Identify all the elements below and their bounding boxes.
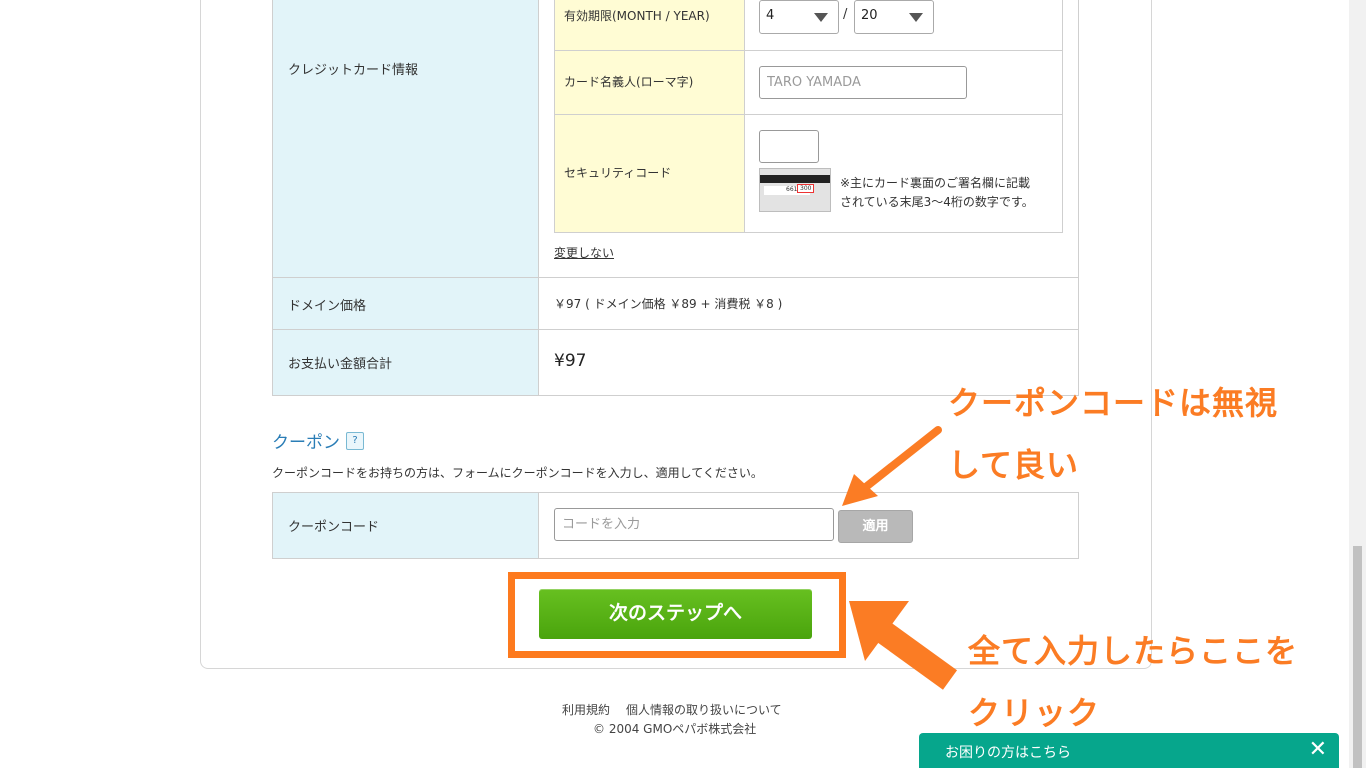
annotation-click-line1: 全て入力したらここを: [968, 632, 1299, 670]
help-icon[interactable]: ?: [346, 432, 364, 450]
card-holder-label: カード名義人(ローマ字): [564, 75, 694, 89]
credit-card-label: クレジットカード情報: [288, 63, 419, 78]
expiry-month-select[interactable]: 4: [759, 0, 839, 34]
coupon-code-input[interactable]: [554, 508, 834, 541]
close-icon[interactable]: ✕: [1309, 737, 1327, 762]
scrollbar-thumb[interactable]: [1353, 546, 1362, 768]
card-image-code: 300: [797, 184, 815, 193]
annotation-click-line2: クリック: [968, 694, 1101, 732]
expiry-year-select[interactable]: 20: [854, 0, 934, 34]
arrow-click-icon: [849, 601, 958, 690]
footer-privacy-link[interactable]: 個人情報の取り扱いについて: [626, 701, 782, 718]
credit-card-label-cell: [272, 0, 539, 278]
card-holder-input[interactable]: [759, 66, 967, 99]
total-value: ¥97: [554, 351, 587, 371]
annotation-coupon-line2: して良い: [948, 446, 1080, 484]
coupon-description: クーポンコードをお持ちの方は、フォームにクーポンコードを入力し、適用してください…: [272, 466, 763, 480]
security-code-note-line2: されている末尾3〜4桁の数字です。: [840, 195, 1034, 209]
footer-terms-link[interactable]: 利用規約: [562, 701, 610, 718]
no-change-link[interactable]: 変更しない: [554, 244, 614, 261]
footer-copyright: © 2004 GMOペパボ株式会社: [593, 722, 757, 736]
expiry-year-value: 20: [861, 8, 878, 23]
page-scrollbar[interactable]: [1349, 0, 1366, 768]
security-code-input[interactable]: [759, 130, 819, 163]
card-magnetic-stripe: [760, 175, 830, 183]
expiry-month-value: 4: [766, 8, 775, 23]
card-back-image: 6610 300: [759, 168, 831, 212]
expiry-separator: /: [843, 7, 848, 22]
help-bar-text: お困りの方はこちら: [945, 745, 1071, 761]
next-step-button[interactable]: 次のステップへ: [539, 589, 812, 639]
chevron-down-icon: [814, 13, 828, 22]
security-code-note-line1: ※主にカード裏面のご署名欄に記載: [840, 176, 1031, 190]
security-code-label: セキュリティコード: [564, 166, 672, 180]
arrow-annotation-icon: [842, 426, 942, 506]
coupon-row-label: クーポンコード: [288, 520, 380, 535]
domain-price-value: ￥97 ( ドメイン価格 ￥89 + 消費税 ￥8 ): [554, 297, 783, 311]
domain-price-label: ドメイン価格: [288, 299, 367, 314]
coupon-heading: クーポン: [272, 433, 340, 453]
annotation-coupon-line1: クーポンコードは無視: [948, 384, 1279, 422]
help-bar[interactable]: お困りの方はこちら ✕: [919, 733, 1339, 768]
expiry-label: 有効期限(MONTH / YEAR): [564, 9, 710, 23]
chevron-down-icon: [909, 13, 923, 22]
total-label: お支払い金額合計: [288, 357, 393, 372]
